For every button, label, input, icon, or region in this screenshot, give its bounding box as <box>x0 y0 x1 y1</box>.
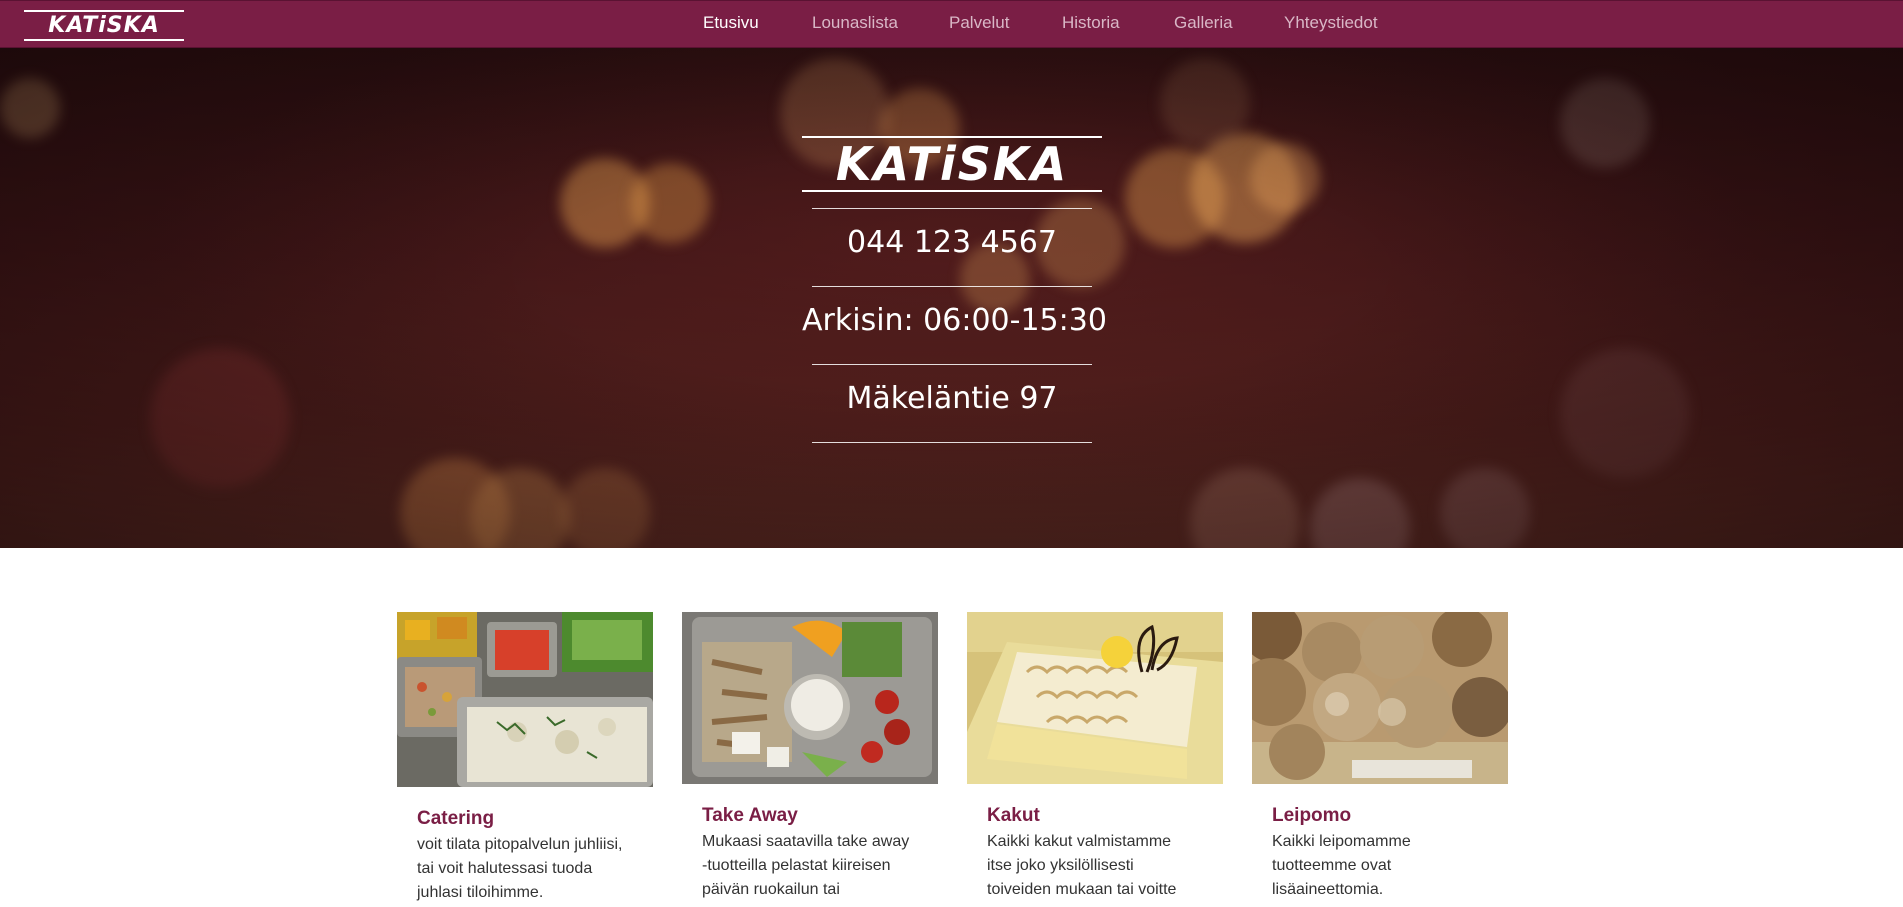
nav-item-yhteystiedot[interactable]: Yhteystiedot <box>1284 13 1378 33</box>
catering-description: voit tilata pitopalvelun juhliisi, tai v… <box>417 836 623 901</box>
nav-item-palvelut[interactable]: Palvelut <box>949 13 1009 33</box>
leipomo-title[interactable]: Leipomo <box>1272 805 1351 827</box>
nav-menu: Etusivu Lounaslista Palvelut Historia Ga… <box>0 1 1903 47</box>
nav-item-lounaslista[interactable]: Lounaslista <box>812 13 898 33</box>
kakut-title[interactable]: Kakut <box>987 805 1040 827</box>
hero-phone: 044 123 4567 <box>847 225 1057 260</box>
hero-divider <box>812 286 1092 287</box>
top-navbar: KATiSKA Etusivu Lounaslista Palvelut His… <box>0 0 1903 48</box>
hero-background-image <box>0 48 1903 548</box>
hero-logo: KATiSKA <box>802 136 1102 192</box>
take-away-image[interactable] <box>682 612 938 784</box>
service-card-kakut: Kakut Kaikki kakut valmistamme itse joko… <box>967 612 1223 898</box>
hero-divider <box>812 442 1092 443</box>
hero-banner: KATiSKA 044 123 4567 Arkisin: 06:00-15:3… <box>0 48 1903 548</box>
take-away-description: Mukaasi saatavilla take away -tuotteilla… <box>702 833 910 898</box>
kakut-description: Kaikki kakut valmistamme itse joko yksil… <box>987 833 1177 898</box>
leipomo-description: Kaikki leipomamme tuotteemme ovat lisäai… <box>1272 833 1411 898</box>
hero-hours: Arkisin: 06:00-15:30 <box>802 303 1107 338</box>
catering-title[interactable]: Catering <box>417 808 494 830</box>
service-card-catering: Catering voit tilata pitopalvelun juhlii… <box>397 612 653 901</box>
service-card-leipomo: Leipomo Kaikki leipomamme tuotteemme ova… <box>1252 612 1508 898</box>
hero-divider <box>812 208 1092 209</box>
kakut-image[interactable] <box>967 612 1223 784</box>
hero-address: Mäkeläntie 97 <box>846 381 1058 416</box>
catering-image[interactable] <box>397 612 653 787</box>
service-card-take-away: Take Away Mukaasi saatavilla take away -… <box>682 612 938 898</box>
nav-item-historia[interactable]: Historia <box>1062 13 1120 33</box>
nav-item-galleria[interactable]: Galleria <box>1174 13 1233 33</box>
hero-divider <box>812 364 1092 365</box>
nav-item-etusivu[interactable]: Etusivu <box>703 13 759 33</box>
leipomo-image[interactable] <box>1252 612 1508 784</box>
take-away-title[interactable]: Take Away <box>702 805 798 827</box>
